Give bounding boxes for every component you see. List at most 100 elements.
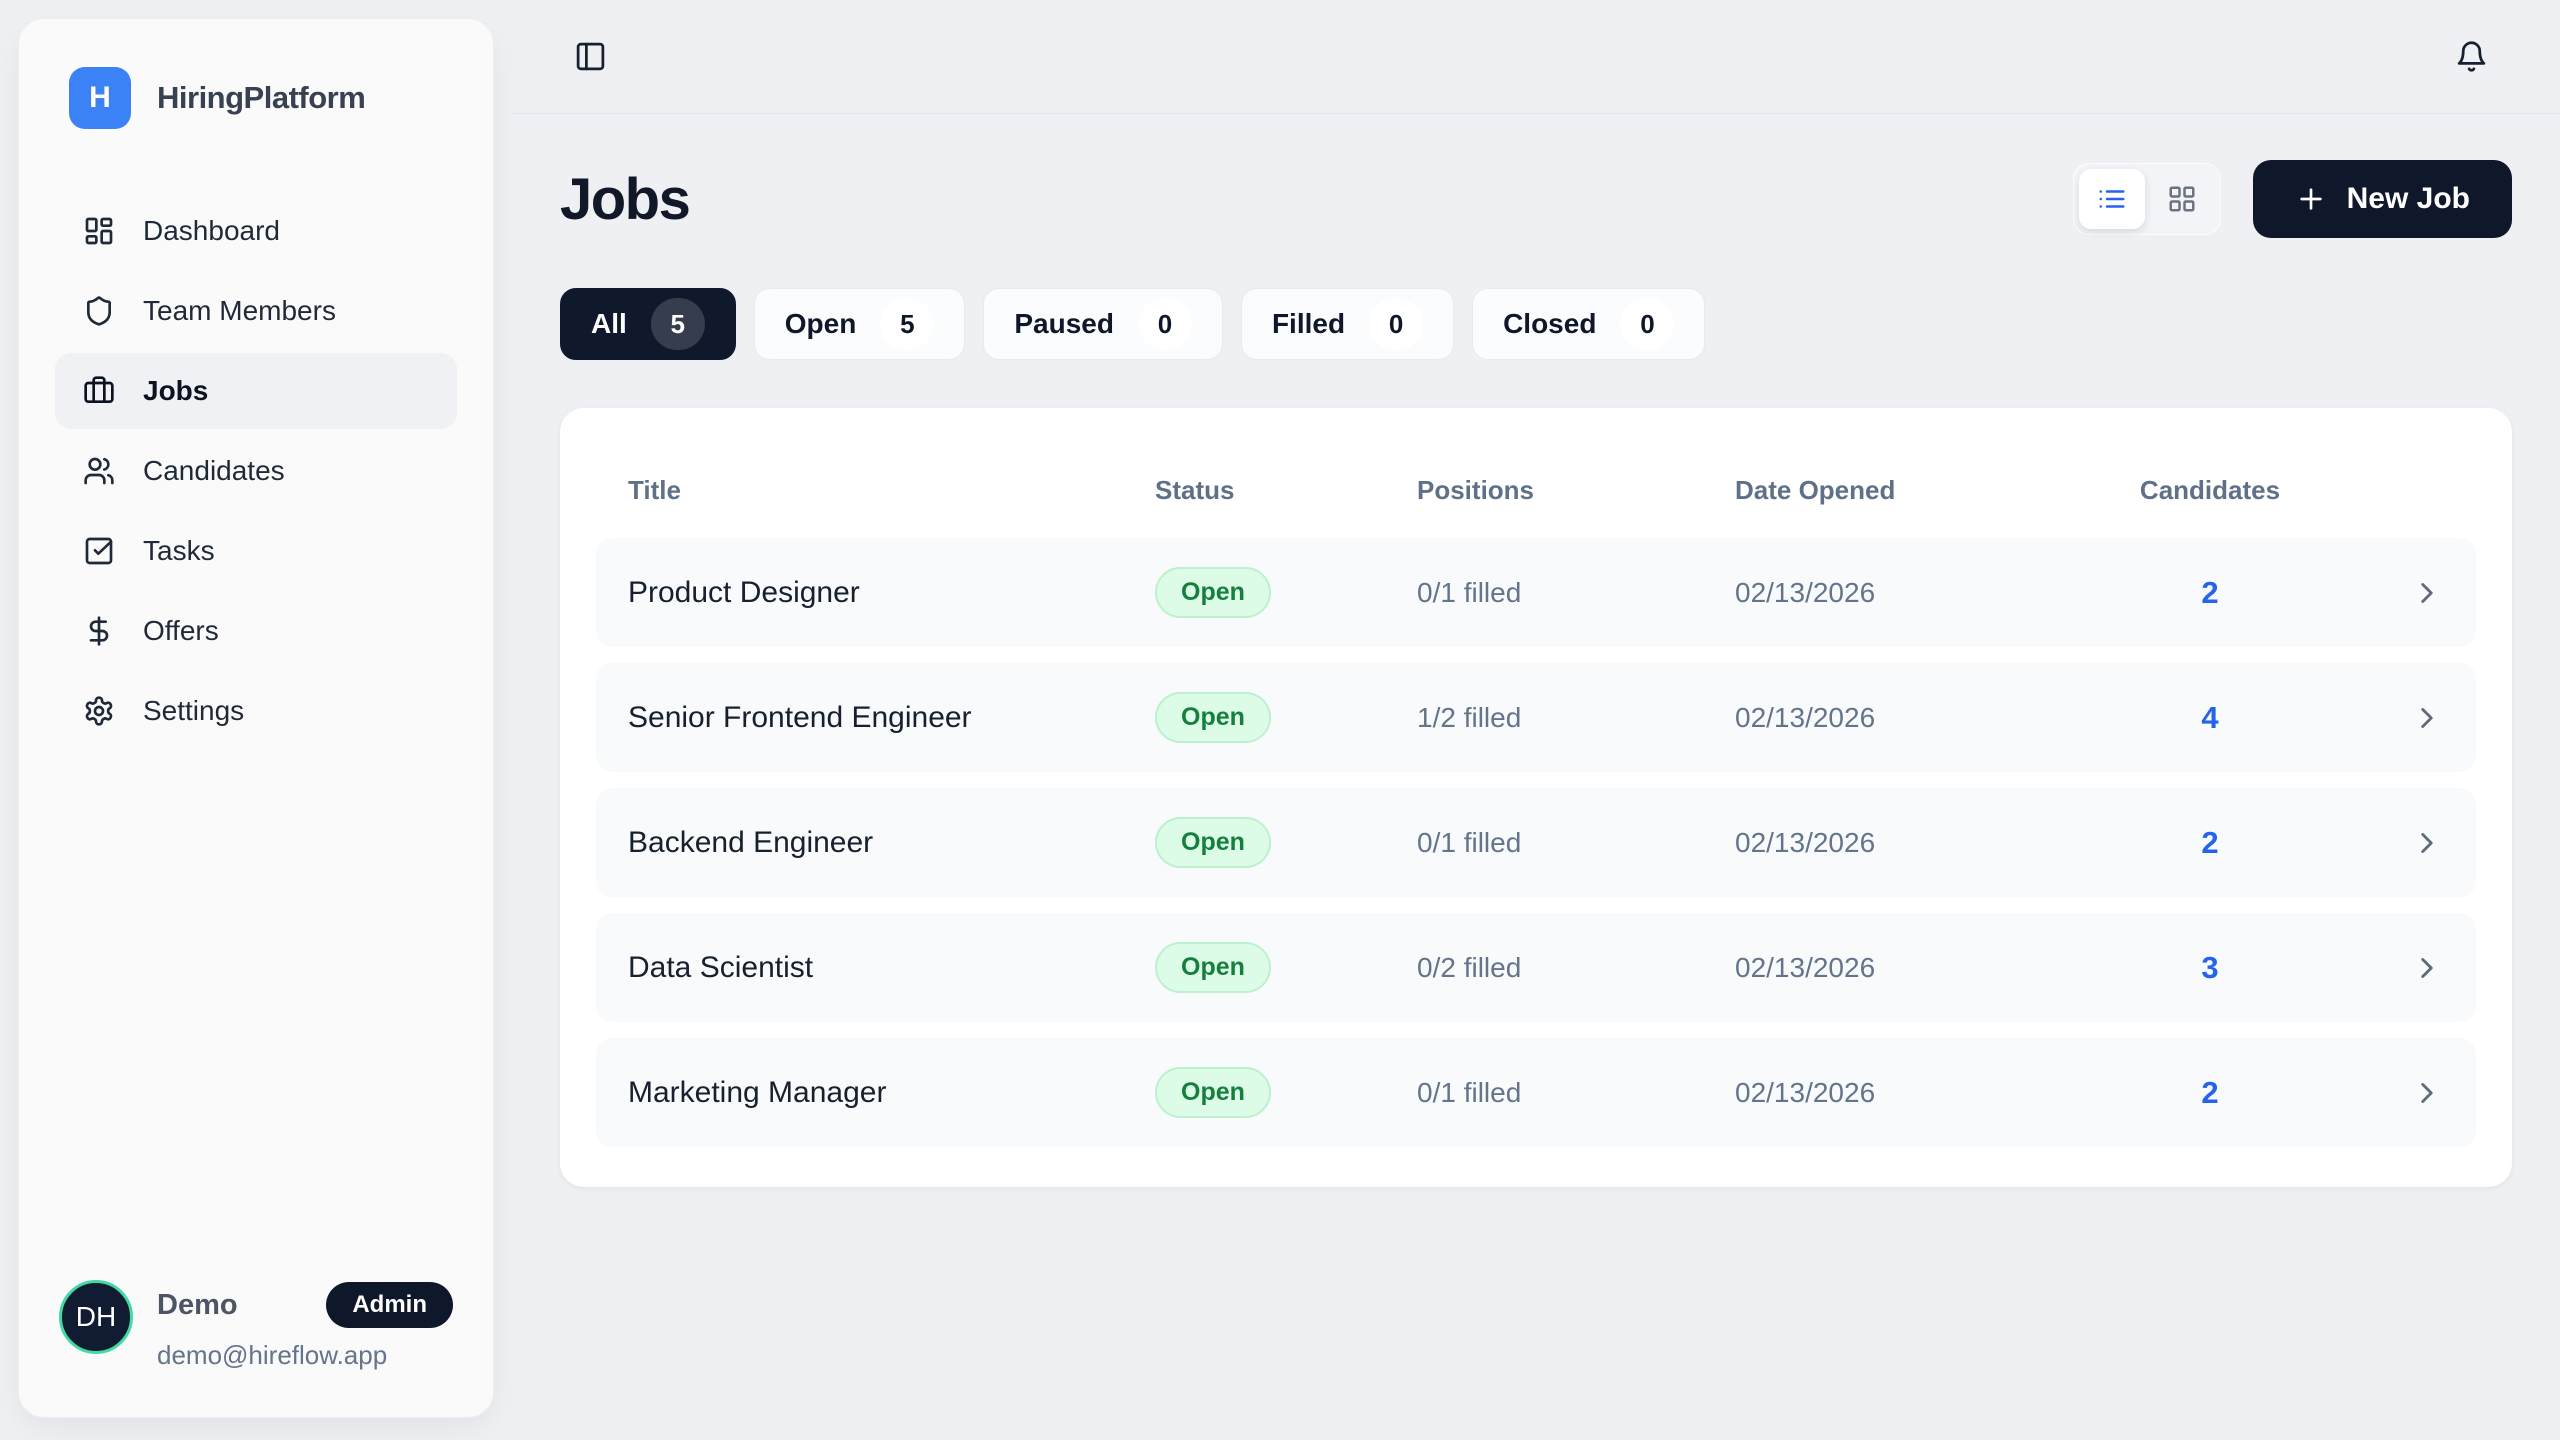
filter-label: Open (785, 308, 857, 340)
job-title: Senior Frontend Engineer (628, 701, 1155, 735)
sidebar-item-settings[interactable]: Settings (55, 673, 457, 749)
page-header: Jobs New Job (560, 160, 2512, 238)
sidebar-item-jobs[interactable]: Jobs (55, 353, 457, 429)
user-profile[interactable]: DH Demo Admin demo@hireflow.app (19, 1250, 493, 1417)
chevron-right-icon (2410, 701, 2444, 735)
filter-label: Paused (1014, 308, 1114, 340)
candidates-count[interactable]: 2 (2085, 825, 2335, 861)
grid-icon (2167, 184, 2197, 214)
new-job-label: New Job (2347, 182, 2470, 216)
column-header-date-opened: Date Opened (1735, 475, 2085, 506)
filter-count-badge: 0 (1620, 298, 1674, 350)
sidebar-item-label: Offers (143, 615, 219, 647)
briefcase-icon (83, 375, 115, 407)
column-header-candidates: Candidates (2085, 475, 2335, 506)
chevron-right-icon (2410, 826, 2444, 860)
app-logo-icon: H (69, 67, 131, 129)
candidates-count[interactable]: 2 (2085, 575, 2335, 611)
page-title: Jobs (560, 166, 689, 233)
filter-label: Closed (1503, 308, 1596, 340)
role-badge: Admin (326, 1282, 453, 1328)
status-badge: Open (1155, 817, 1271, 868)
user-name: Demo (157, 1289, 238, 1322)
row-open-button[interactable] (2410, 826, 2444, 860)
user-info: Demo Admin demo@hireflow.app (157, 1280, 453, 1371)
sidebar-item-team-members[interactable]: Team Members (55, 273, 457, 349)
user-email: demo@hireflow.app (157, 1340, 453, 1371)
row-open-button[interactable] (2410, 576, 2444, 610)
table-row[interactable]: Senior Frontend Engineer Open 1/2 filled… (596, 663, 2476, 772)
positions-cell: 0/2 filled (1417, 952, 1735, 984)
filter-label: All (591, 308, 627, 340)
row-open-button[interactable] (2410, 701, 2444, 735)
positions-cell: 0/1 filled (1417, 827, 1735, 859)
page-content: Jobs New Job All 5 (512, 160, 2560, 1187)
sidebar-item-label: Candidates (143, 455, 285, 487)
date-opened-cell: 02/13/2026 (1735, 952, 2085, 984)
table-row[interactable]: Product Designer Open 0/1 filled 02/13/2… (596, 538, 2476, 647)
sidebar-item-label: Jobs (143, 375, 208, 407)
status-badge: Open (1155, 692, 1271, 743)
date-opened-cell: 02/13/2026 (1735, 827, 2085, 859)
sidebar-item-dashboard[interactable]: Dashboard (55, 193, 457, 269)
sidebar-item-tasks[interactable]: Tasks (55, 513, 457, 589)
positions-cell: 0/1 filled (1417, 577, 1735, 609)
check-square-icon (83, 535, 115, 567)
job-title: Marketing Manager (628, 1076, 1155, 1110)
topbar (512, 0, 2560, 114)
column-header-positions: Positions (1417, 475, 1735, 506)
filter-tabs: All 5 Open 5 Paused 0 Filled 0 Closed 0 (560, 288, 2512, 360)
jobs-table-card: Title Status Positions Date Opened Candi… (560, 408, 2512, 1187)
candidates-count[interactable]: 3 (2085, 950, 2335, 986)
table-header-row: Title Status Positions Date Opened Candi… (596, 442, 2476, 538)
table-row[interactable]: Marketing Manager Open 0/1 filled 02/13/… (596, 1038, 2476, 1147)
filter-count-badge: 5 (651, 298, 705, 350)
sidebar-toggle-button[interactable] (574, 40, 607, 73)
chevron-right-icon (2410, 1076, 2444, 1110)
app-name: HiringPlatform (157, 80, 365, 116)
sidebar-nav: Dashboard Team Members Jobs Candidates T… (19, 193, 493, 749)
grid-view-button[interactable] (2149, 169, 2215, 229)
filter-label: Filled (1272, 308, 1345, 340)
new-job-button[interactable]: New Job (2253, 160, 2512, 238)
status-badge: Open (1155, 942, 1271, 993)
table-row[interactable]: Backend Engineer Open 0/1 filled 02/13/2… (596, 788, 2476, 897)
filter-tab-all[interactable]: All 5 (560, 288, 736, 360)
list-icon (2097, 184, 2127, 214)
view-toggle (2073, 163, 2221, 235)
filter-tab-filled[interactable]: Filled 0 (1241, 288, 1454, 360)
sidebar-item-label: Dashboard (143, 215, 280, 247)
job-title: Backend Engineer (628, 826, 1155, 860)
notifications-button[interactable] (2455, 40, 2488, 73)
avatar: DH (59, 1280, 133, 1354)
candidates-count[interactable]: 4 (2085, 700, 2335, 736)
dashboard-icon (83, 215, 115, 247)
shield-icon (83, 295, 115, 327)
filter-tab-open[interactable]: Open 5 (754, 288, 966, 360)
sidebar: H HiringPlatform Dashboard Team Members … (18, 18, 494, 1418)
status-badge: Open (1155, 1067, 1271, 1118)
main-area: Jobs New Job All 5 (512, 0, 2560, 1440)
users-icon (83, 455, 115, 487)
filter-count-badge: 5 (880, 298, 934, 350)
date-opened-cell: 02/13/2026 (1735, 702, 2085, 734)
row-open-button[interactable] (2410, 951, 2444, 985)
sidebar-item-offers[interactable]: Offers (55, 593, 457, 669)
bell-icon (2455, 40, 2488, 73)
row-open-button[interactable] (2410, 1076, 2444, 1110)
positions-cell: 0/1 filled (1417, 1077, 1735, 1109)
sidebar-item-label: Tasks (143, 535, 215, 567)
filter-tab-paused[interactable]: Paused 0 (983, 288, 1223, 360)
candidates-count[interactable]: 2 (2085, 1075, 2335, 1111)
filter-count-badge: 0 (1369, 298, 1423, 350)
sidebar-item-label: Settings (143, 695, 244, 727)
date-opened-cell: 02/13/2026 (1735, 1077, 2085, 1109)
status-badge: Open (1155, 567, 1271, 618)
sidebar-item-candidates[interactable]: Candidates (55, 433, 457, 509)
filter-tab-closed[interactable]: Closed 0 (1472, 288, 1705, 360)
table-row[interactable]: Data Scientist Open 0/2 filled 02/13/202… (596, 913, 2476, 1022)
chevron-right-icon (2410, 951, 2444, 985)
header-controls: New Job (2073, 160, 2512, 238)
list-view-button[interactable] (2079, 169, 2145, 229)
job-title: Data Scientist (628, 951, 1155, 985)
